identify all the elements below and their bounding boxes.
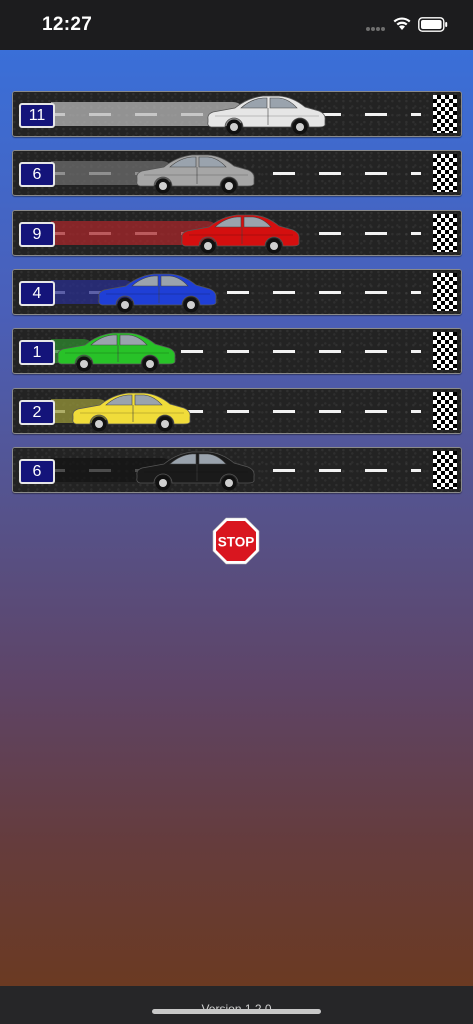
battery-icon	[418, 17, 448, 32]
race-car-icon	[57, 332, 176, 372]
status-bar: 12:27	[0, 0, 473, 50]
lane-number-badge: 2	[19, 400, 55, 425]
checkered-flag-icon	[433, 392, 457, 430]
lane-number-badge: 9	[19, 222, 55, 247]
stop-button[interactable]: STOP	[212, 517, 260, 565]
lane-number-badge: 4	[19, 281, 55, 306]
race-lane: 2	[12, 388, 462, 434]
race-car-icon	[207, 95, 326, 135]
checkered-flag-icon	[433, 332, 457, 370]
lane-number-badge: 6	[19, 459, 55, 484]
race-lane: 1	[12, 328, 462, 374]
race-lane: 6	[12, 150, 462, 196]
checkered-flag-icon	[433, 451, 457, 489]
stop-label: STOP	[218, 535, 255, 550]
race-car-icon	[136, 451, 255, 491]
race-lane: 6	[12, 447, 462, 493]
lane-number-badge: 1	[19, 340, 55, 365]
race-car-icon	[98, 273, 217, 313]
lane-number-badge: 6	[19, 162, 55, 187]
status-time: 12:27	[42, 14, 93, 35]
race-car-icon	[72, 392, 191, 432]
cellular-signal-icon	[366, 27, 385, 31]
lane-number-badge: 11	[19, 103, 55, 128]
race-car-icon	[181, 214, 300, 254]
race-lane: 11	[12, 91, 462, 137]
checkered-flag-icon	[433, 95, 457, 133]
wifi-icon	[393, 17, 411, 30]
home-indicator[interactable]	[152, 1009, 321, 1014]
race-car-icon	[136, 154, 255, 194]
race-lane: 4	[12, 269, 462, 315]
checkered-flag-icon	[433, 214, 457, 252]
race-lane: 9	[12, 210, 462, 256]
checkered-flag-icon	[433, 154, 457, 192]
checkered-flag-icon	[433, 273, 457, 311]
